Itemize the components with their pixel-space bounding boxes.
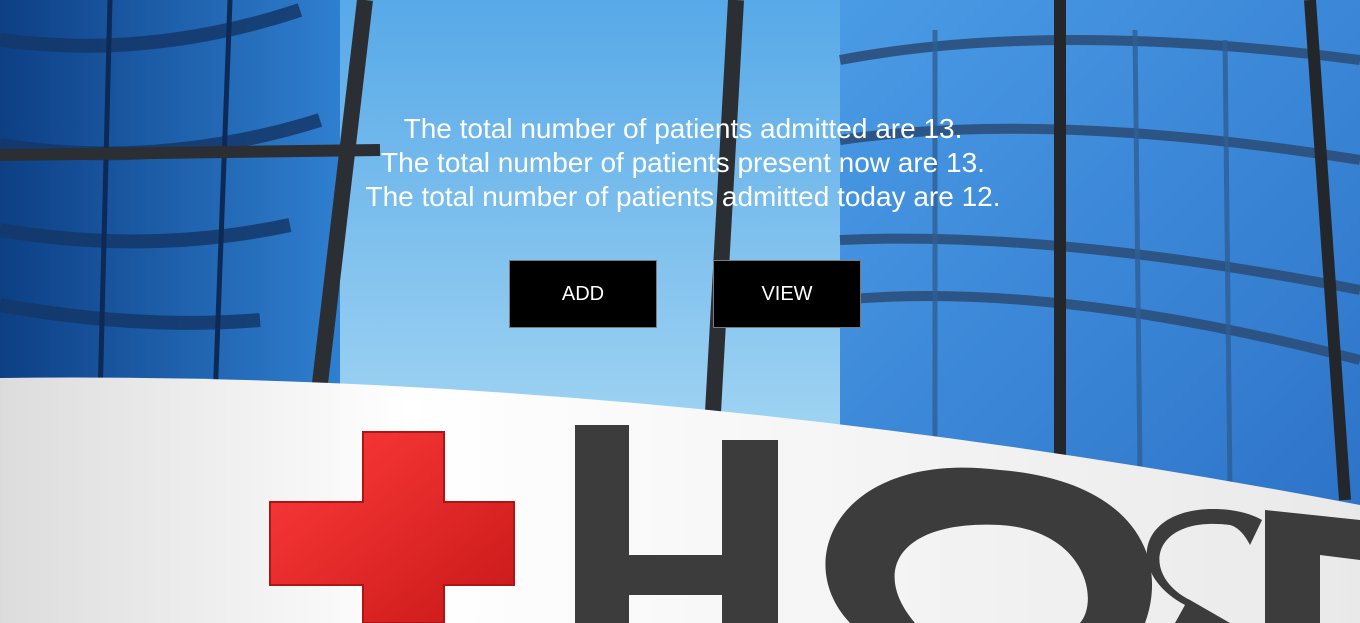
patient-stats: The total number of patients admitted ar…: [0, 112, 1360, 214]
page: The total number of patients admitted ar…: [0, 0, 1360, 623]
present-now-text: The total number of patients present now…: [381, 147, 985, 178]
view-button[interactable]: VIEW: [713, 260, 861, 328]
admitted-today-text: The total number of patients admitted to…: [365, 181, 1001, 212]
hospital-background-image: [0, 0, 1360, 623]
add-button[interactable]: ADD: [509, 260, 657, 328]
total-admitted-text: The total number of patients admitted ar…: [403, 113, 963, 144]
